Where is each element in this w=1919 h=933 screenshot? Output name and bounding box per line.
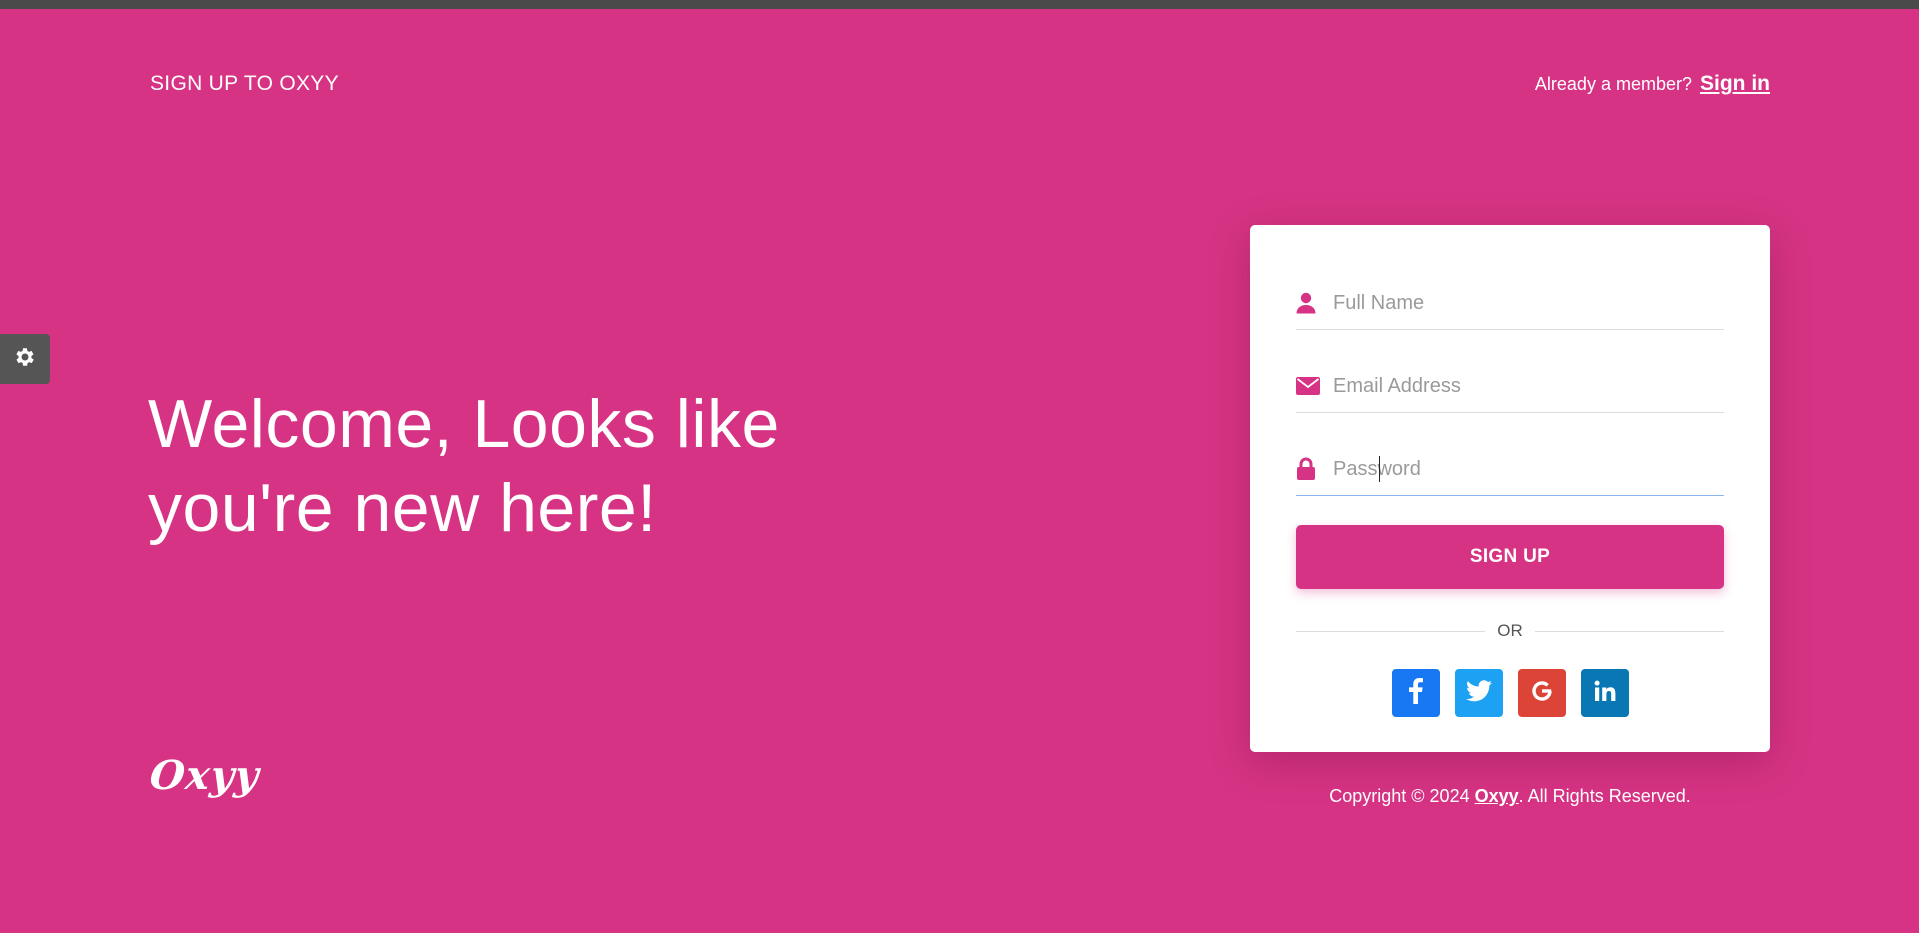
google-icon — [1530, 679, 1554, 708]
email-input[interactable] — [1333, 374, 1713, 398]
twitter-icon — [1465, 679, 1492, 707]
full-name-field — [1296, 277, 1724, 330]
member-text: Already a member? — [1534, 74, 1692, 94]
divider-line-left — [1296, 630, 1486, 632]
facebook-button[interactable] — [1391, 669, 1440, 717]
linkedin-icon — [1594, 680, 1616, 707]
facebook-icon — [1408, 677, 1423, 709]
gear-icon — [13, 345, 37, 374]
user-icon — [1296, 292, 1333, 314]
page-brand-title: SIGN UP TO OXYY — [150, 72, 339, 95]
divider-line-right — [1534, 630, 1724, 632]
copyright-text: Copyright © 2024 Oxyy. All Rights Reserv… — [1250, 786, 1770, 807]
password-field — [1296, 443, 1724, 496]
settings-button[interactable] — [0, 334, 50, 384]
copyright-suffix: . All Rights Reserved. — [1518, 786, 1691, 806]
signin-link[interactable]: Sign in — [1700, 72, 1770, 95]
password-input[interactable] — [1333, 457, 1713, 481]
social-login-buttons — [1250, 669, 1770, 717]
linkedin-button[interactable] — [1580, 669, 1629, 717]
footer-brand-link[interactable]: Oxyy — [1475, 786, 1519, 806]
envelope-icon — [1296, 377, 1333, 395]
text-cursor — [1379, 456, 1380, 482]
twitter-button[interactable] — [1454, 669, 1503, 717]
email-field — [1296, 360, 1724, 413]
google-button[interactable] — [1517, 669, 1566, 717]
member-prompt: Already a member? Sign in — [1535, 72, 1770, 96]
top-bar — [0, 0, 1919, 9]
or-divider: OR — [1296, 619, 1724, 643]
welcome-heading: Welcome, Looks like you're new here! — [148, 382, 848, 550]
lock-icon — [1296, 457, 1333, 481]
copyright-prefix: Copyright © 2024 — [1329, 786, 1475, 806]
welcome-line-2: you're new here! — [148, 470, 657, 546]
signup-button[interactable]: SIGN UP — [1296, 525, 1724, 589]
or-label: OR — [1497, 621, 1523, 640]
brand-logo: Oxyy — [147, 752, 262, 799]
full-name-input[interactable] — [1333, 291, 1713, 315]
welcome-line-1: Welcome, Looks like — [148, 386, 780, 462]
signup-card: SIGN UP OR — [1250, 225, 1770, 752]
